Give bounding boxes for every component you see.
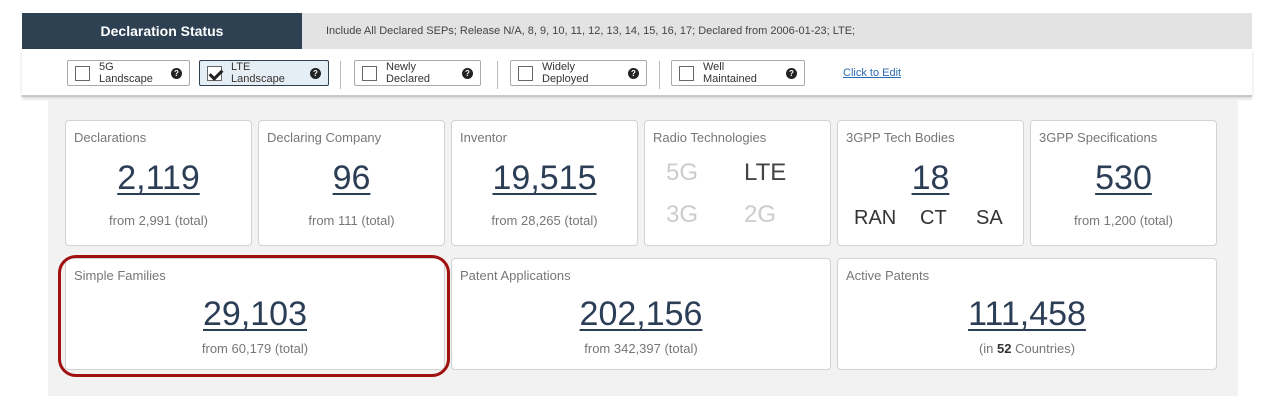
country-count: 52 — [997, 341, 1012, 356]
declarations-value[interactable]: 2,119 — [66, 159, 251, 198]
help-icon[interactable]: ? — [310, 67, 321, 79]
tech-bodies-value[interactable]: 18 — [838, 159, 1023, 198]
tech-body-sa[interactable]: SA — [976, 207, 1003, 230]
filter-label: LTE Landscape — [231, 61, 285, 85]
filter-label: Widely Deployed — [542, 61, 589, 85]
specifications-value[interactable]: 530 — [1031, 159, 1216, 198]
card-title: Active Patents — [846, 268, 930, 283]
filter-label: 5G Landscape — [99, 61, 153, 85]
card-title: Patent Applications — [460, 268, 571, 283]
filter-newly-declared[interactable]: Newly Declared ? — [354, 60, 481, 86]
card-subtext: from 60,179 (total) — [201, 341, 309, 356]
filter-summary: Include All Declared SEPs; Release N/A, … — [326, 25, 856, 37]
help-icon[interactable]: ? — [171, 67, 182, 79]
card-tech-bodies: 3GPP Tech Bodies 18 RAN CT SA — [837, 120, 1024, 246]
patent-applications-value[interactable]: 202,156 — [452, 295, 830, 334]
card-title: Simple Families — [74, 268, 166, 283]
card-title: 3GPP Specifications — [1039, 130, 1158, 145]
header-bar: Declaration Status Include All Declared … — [22, 13, 1252, 49]
active-patents-value[interactable]: 111,458 — [838, 295, 1216, 334]
declaring-company-value[interactable]: 96 — [259, 159, 444, 198]
filter-lte-landscape[interactable]: LTE Landscape ? — [199, 60, 329, 86]
card-declaring-company: Declaring Company 96 from 111 (total) — [258, 120, 445, 246]
filter-label: Well Maintained — [703, 61, 757, 85]
divider — [497, 61, 498, 89]
checkbox-newly-declared[interactable] — [362, 65, 377, 81]
card-patent-applications: Patent Applications 202,156 from 342,397… — [451, 258, 831, 370]
card-inventor: Inventor 19,515 from 28,265 (total) — [451, 120, 638, 246]
card-subtext: from 111 (total) — [308, 213, 395, 228]
card-subtext: from 1,200 (total) — [1074, 213, 1173, 228]
card-subtext: (in 52 Countries) — [838, 341, 1216, 356]
card-radio-technologies: Radio Technologies 5G LTE 3G 2G — [644, 120, 831, 246]
card-title: Inventor — [460, 130, 507, 145]
checkbox-well-maintained[interactable] — [679, 65, 694, 81]
card-subtext: from 28,265 (total) — [491, 213, 598, 228]
filter-label: Newly Declared — [386, 61, 431, 85]
help-icon[interactable]: ? — [628, 67, 639, 79]
filter-widely-deployed[interactable]: Widely Deployed ? — [510, 60, 647, 86]
tech-body-ct[interactable]: CT — [920, 207, 947, 230]
card-simple-families: Simple Families 29,103 from 60,179 (tota… — [65, 258, 445, 370]
divider — [340, 61, 341, 89]
subtext-prefix: (in — [978, 341, 997, 356]
filter-5g-landscape[interactable]: 5G Landscape ? — [67, 60, 190, 86]
card-title: Declaring Company — [267, 130, 382, 145]
inventor-value[interactable]: 19,515 — [452, 159, 637, 198]
card-title: Radio Technologies — [653, 130, 767, 145]
card-active-patents: Active Patents 111,458 (in 52 Countries) — [837, 258, 1217, 370]
click-to-edit-link[interactable]: Click to Edit — [843, 67, 901, 79]
card-specifications: 3GPP Specifications 530 from 1,200 (tota… — [1030, 120, 1217, 246]
card-subtext: from 2,991 (total) — [109, 213, 208, 228]
checkbox-lte-landscape[interactable] — [207, 65, 222, 81]
filter-well-maintained[interactable]: Well Maintained ? — [671, 60, 805, 86]
card-declarations: Declarations 2,119 from 2,991 (total) — [65, 120, 252, 246]
card-title: Declarations — [74, 130, 147, 145]
subtext-suffix: Countries) — [1011, 341, 1076, 356]
filter-bar: 5G Landscape ? LTE Landscape ? Newly Dec… — [22, 49, 1252, 97]
checkbox-widely-deployed[interactable] — [518, 65, 533, 81]
radio-tech-lte[interactable]: LTE — [744, 159, 786, 187]
help-icon[interactable]: ? — [786, 67, 797, 79]
help-icon[interactable]: ? — [462, 67, 473, 79]
tech-body-ran[interactable]: RAN — [854, 207, 896, 230]
card-subtext: from 342,397 (total) — [584, 341, 698, 356]
radio-tech-3g[interactable]: 3G — [666, 201, 698, 229]
radio-tech-5g[interactable]: 5G — [666, 159, 698, 187]
simple-families-value[interactable]: 29,103 — [66, 295, 444, 334]
card-title: 3GPP Tech Bodies — [846, 130, 955, 145]
declaration-status-tab[interactable]: Declaration Status — [22, 13, 302, 49]
checkbox-5g-landscape[interactable] — [75, 65, 90, 81]
divider — [659, 61, 660, 89]
radio-tech-2g[interactable]: 2G — [744, 201, 776, 229]
